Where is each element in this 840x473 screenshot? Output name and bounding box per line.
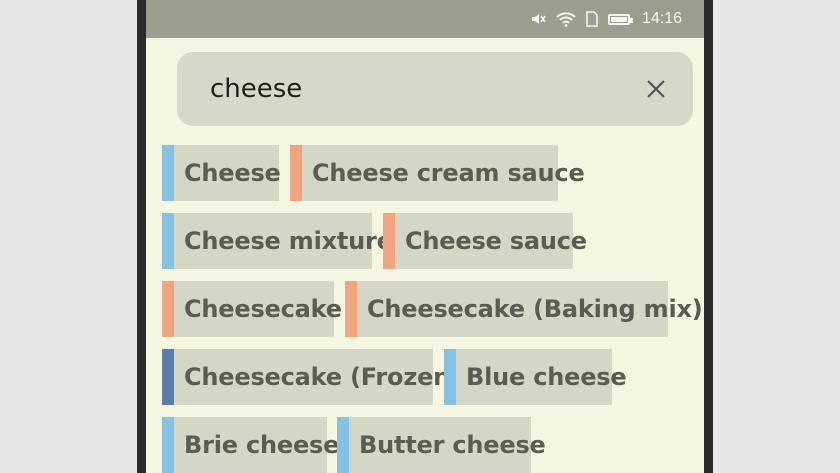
category-color-bar xyxy=(162,281,174,337)
mute-icon xyxy=(530,11,546,27)
category-color-bar xyxy=(444,349,456,405)
category-color-bar xyxy=(162,145,174,201)
result-chip[interactable]: Cheesecake (Frozen) xyxy=(162,349,461,405)
category-color-bar xyxy=(345,281,357,337)
result-label: Brie cheese xyxy=(184,431,340,459)
battery-icon xyxy=(607,13,633,25)
close-icon[interactable] xyxy=(641,74,671,104)
phone-frame: 14:16 cheese Cheese Cheese cream sauce C… xyxy=(137,0,713,473)
status-time: 14:16 xyxy=(641,10,682,27)
result-label: Cheesecake (Baking mix) xyxy=(367,295,703,323)
result-label: Cheesecake (Frozen) xyxy=(184,363,461,391)
result-chip[interactable]: Cheese mixture xyxy=(162,213,393,269)
category-color-bar xyxy=(162,349,174,405)
result-chip[interactable]: Butter cheese xyxy=(337,417,546,473)
status-bar: 14:16 xyxy=(146,0,704,38)
result-chip[interactable]: Cheesecake (Baking mix) xyxy=(345,281,703,337)
category-color-bar xyxy=(383,213,395,269)
result-label: Cheesecake xyxy=(184,295,342,323)
search-bar[interactable]: cheese xyxy=(177,52,693,126)
wifi-icon xyxy=(556,11,576,27)
result-label: Cheese sauce xyxy=(405,227,587,255)
result-chip[interactable]: Cheesecake xyxy=(162,281,342,337)
category-color-bar xyxy=(290,145,302,201)
result-chip[interactable]: Brie cheese xyxy=(162,417,339,473)
search-input[interactable]: cheese xyxy=(210,74,641,104)
result-chip[interactable]: Blue cheese xyxy=(444,349,627,405)
sim-icon xyxy=(586,11,598,27)
phone-screen: 14:16 cheese Cheese Cheese cream sauce C… xyxy=(146,0,704,473)
result-label: Butter cheese xyxy=(359,431,546,459)
category-color-bar xyxy=(337,417,349,473)
category-color-bar xyxy=(162,213,174,269)
result-chip[interactable]: Cheese cream sauce xyxy=(290,145,585,201)
result-label: Blue cheese xyxy=(466,363,627,391)
result-label: Cheese mixture xyxy=(184,227,393,255)
result-chip[interactable]: Cheese sauce xyxy=(383,213,587,269)
result-label: Cheese xyxy=(184,159,281,187)
category-color-bar xyxy=(162,417,174,473)
result-chip[interactable]: Cheese xyxy=(162,145,281,201)
result-label: Cheese cream sauce xyxy=(312,159,585,187)
